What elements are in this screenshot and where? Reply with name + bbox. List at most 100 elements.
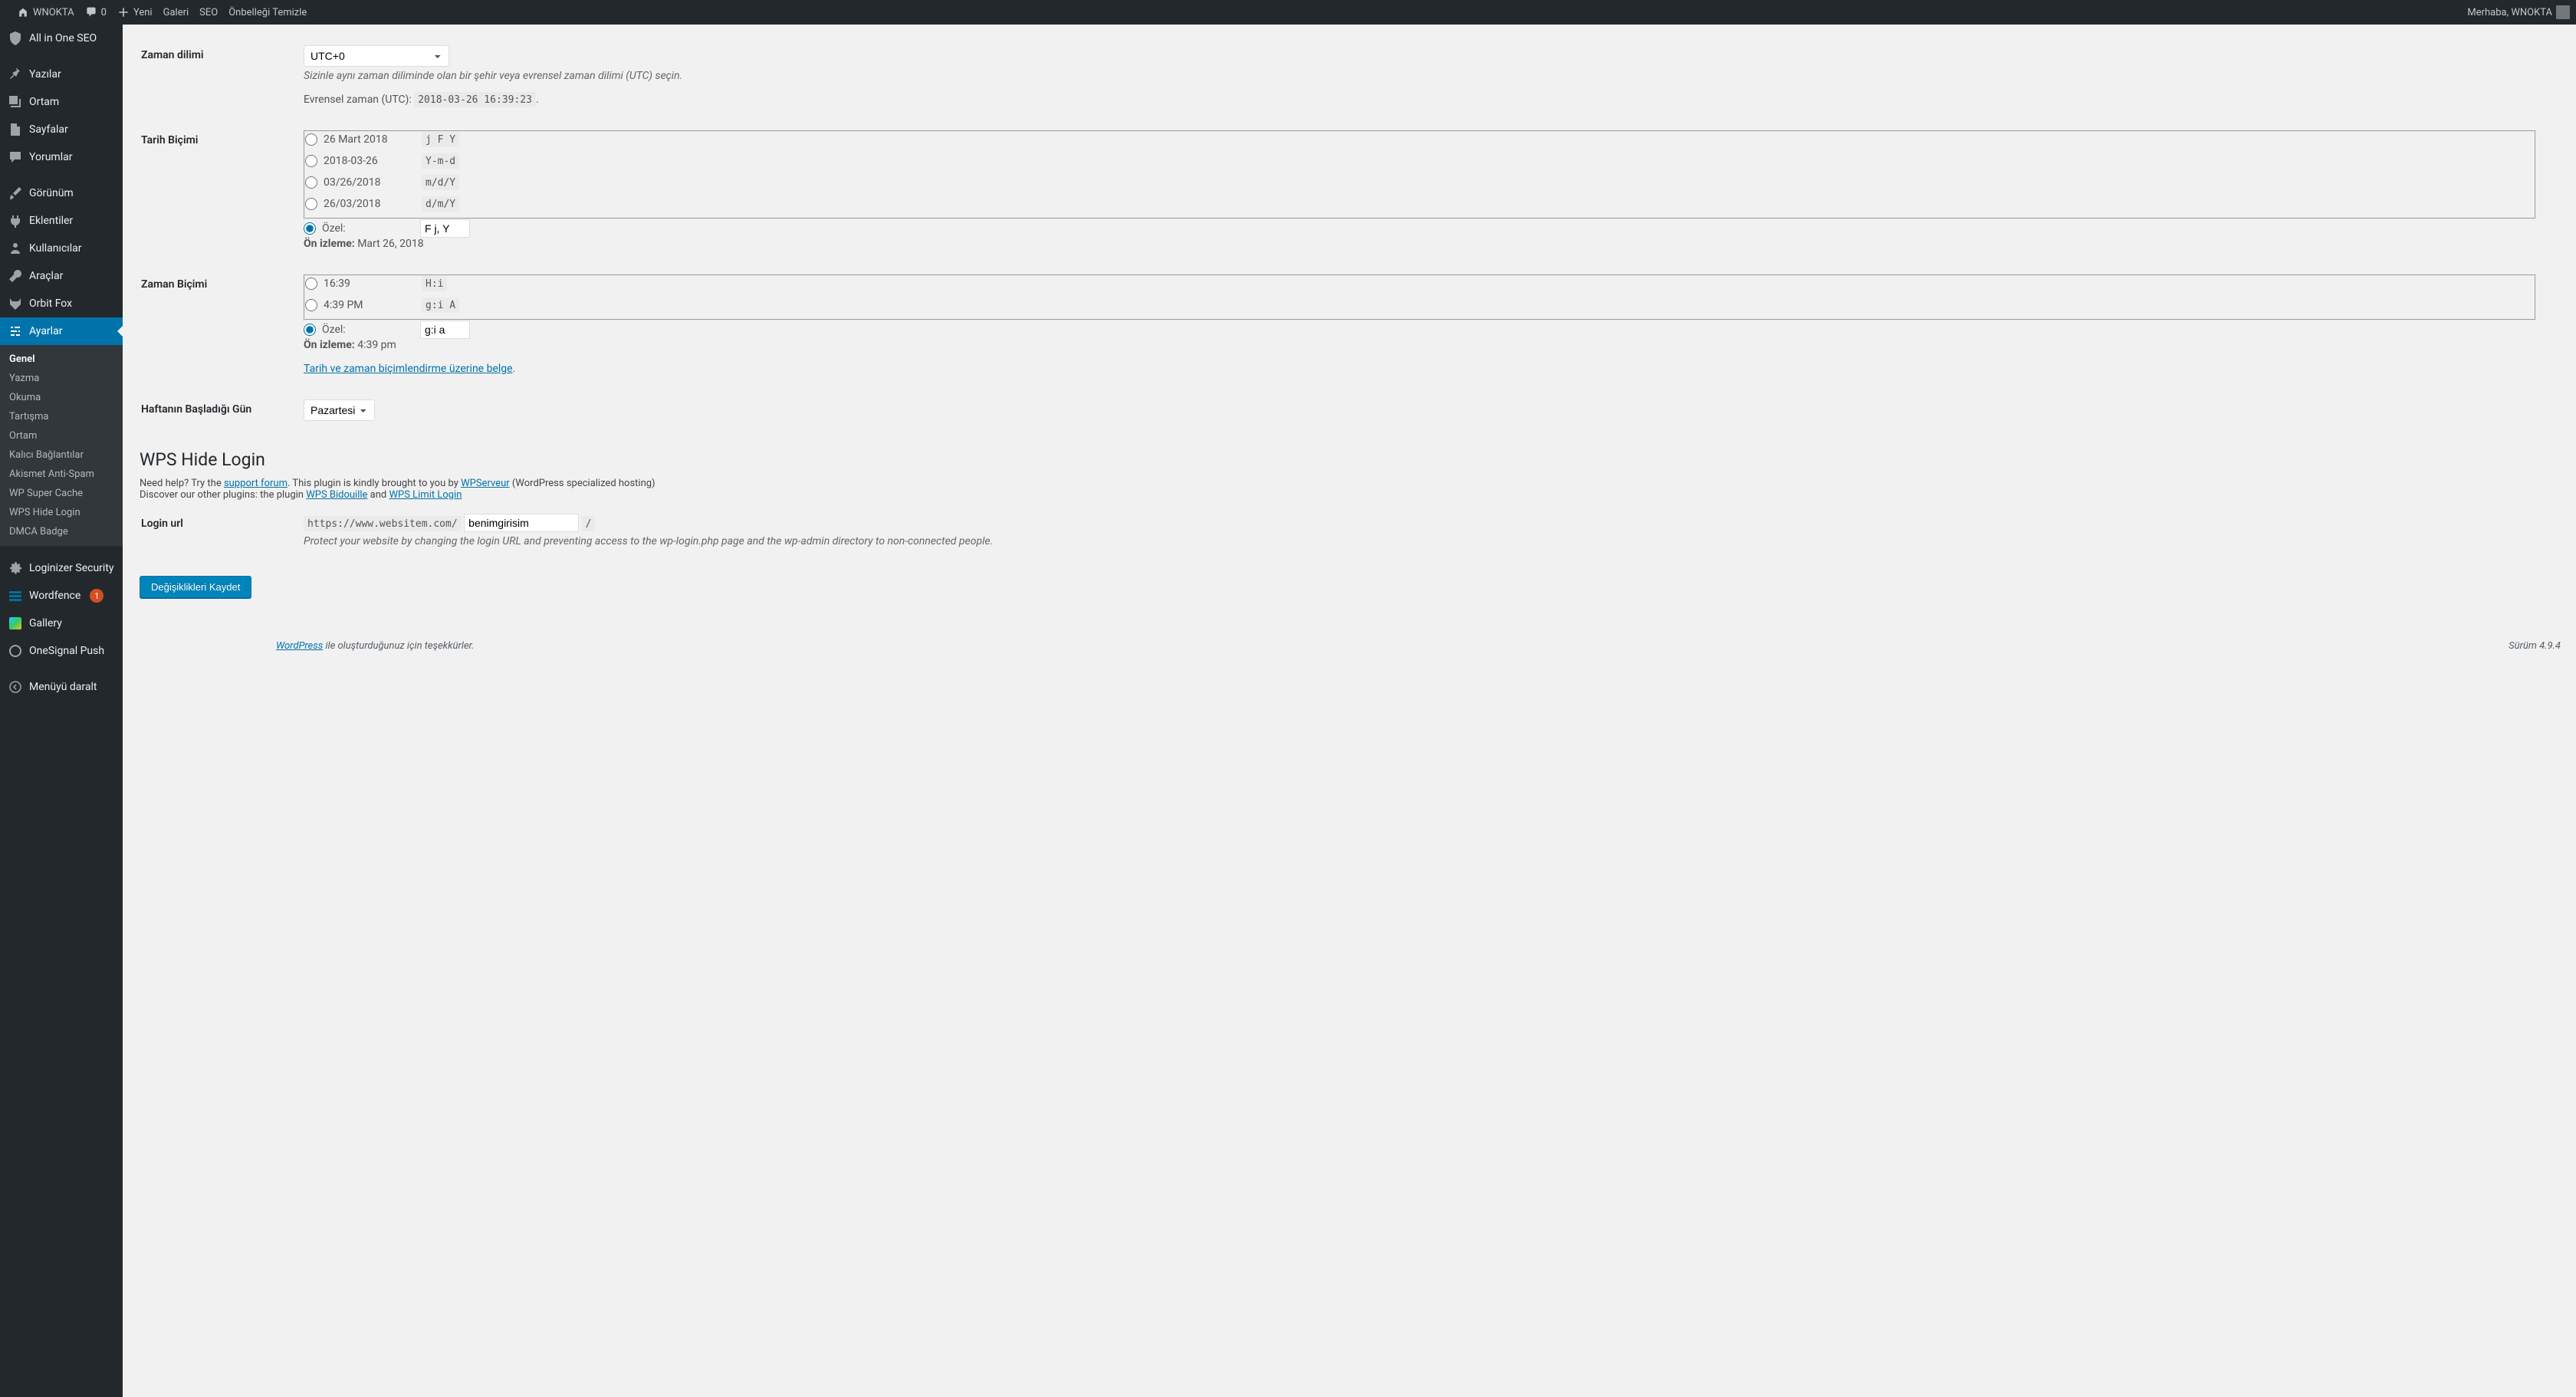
menu-users[interactable]: Kullanıcılar — [0, 235, 123, 262]
wps-title: WPS Hide Login — [140, 449, 2545, 470]
submenu-akismet[interactable]: Akismet Anti-Spam — [0, 465, 123, 484]
seo-link[interactable]: SEO — [199, 7, 218, 18]
comments-link[interactable]: 0 — [85, 6, 107, 18]
wps-discover: Discover our other plugins: the plugin W… — [140, 489, 2545, 501]
date-format-text: 26 Mart 2018 — [324, 133, 416, 146]
shield-icon — [8, 31, 23, 46]
date-format-text: 26/03/2018 — [324, 198, 416, 210]
submenu-dmca[interactable]: DMCA Badge — [0, 522, 123, 541]
utc-time: Evrensel zaman (UTC): 2018-03-26 16:39:2… — [304, 94, 2536, 106]
settings-submenu: Genel Yazma Okuma Tartışma Ortam Kalıcı … — [0, 345, 123, 546]
menu-tools[interactable]: Araçlar — [0, 262, 123, 290]
date-format-label: Tarih Biçimi — [141, 119, 294, 261]
time-preview: Ön izleme: 4:39 pm — [304, 339, 2536, 351]
admin-toolbar: WNOKTA 0 Yeni Galeri SEO Önbelleği Temiz… — [0, 0, 2576, 25]
wpserveur-link[interactable]: WPServeur — [461, 478, 510, 489]
collapse-icon — [8, 679, 23, 695]
timezone-desc: Sizinle aynı zaman diliminde olan bir şe… — [304, 70, 2536, 82]
time-custom-input[interactable] — [420, 320, 470, 339]
time-format-text: 4:39 PM — [324, 299, 416, 311]
menu-onesignal[interactable]: OneSignal Push — [0, 637, 123, 665]
new-content[interactable]: Yeni — [117, 6, 153, 18]
pin-icon — [8, 67, 23, 82]
timezone-select[interactable]: UTC+0 — [304, 45, 449, 67]
menu-plugins[interactable]: Eklentiler — [0, 207, 123, 235]
date-custom-radio[interactable] — [304, 222, 316, 235]
update-badge: 1 — [90, 589, 104, 603]
time-custom-radio[interactable] — [304, 324, 316, 336]
time-format-text: 16:39 — [324, 278, 416, 290]
submenu-reading[interactable]: Okuma — [0, 388, 123, 407]
login-url-suffix: / — [582, 516, 596, 531]
media-icon — [8, 94, 23, 110]
user-icon — [8, 241, 23, 256]
menu-appearance[interactable]: Görünüm — [0, 179, 123, 207]
login-url-input[interactable] — [464, 514, 579, 532]
date-format-text: 03/26/2018 — [324, 176, 416, 189]
date-format-code: d/m/Y — [422, 196, 459, 212]
weekstart-select[interactable]: Pazartesi — [304, 399, 375, 421]
plug-icon — [8, 213, 23, 228]
date-format-code: m/d/Y — [422, 175, 459, 190]
page-icon — [8, 122, 23, 137]
fox-icon — [8, 296, 23, 311]
submenu-wpsc[interactable]: WP Super Cache — [0, 484, 123, 503]
menu-wordfence[interactable]: Wordfence1 — [0, 582, 123, 610]
date-format-radio[interactable] — [305, 176, 317, 189]
save-button[interactable]: Değişiklikleri Kaydet — [140, 576, 251, 598]
date-preview: Ön izleme: Mart 26, 2018 — [304, 238, 2536, 250]
format-doc-link[interactable]: Tarih ve zaman biçimlendirme üzerine bel… — [304, 363, 513, 375]
time-format-code: g:i A — [422, 297, 459, 313]
wps-limit-link[interactable]: WPS Limit Login — [389, 489, 462, 501]
wrench-icon — [8, 268, 23, 284]
date-custom-input[interactable] — [420, 219, 470, 238]
cache-clear[interactable]: Önbelleği Temizle — [228, 7, 307, 18]
site-link[interactable]: WNOKTA — [17, 6, 74, 18]
bell-icon — [8, 643, 23, 659]
menu-comments[interactable]: Yorumlar — [0, 143, 123, 171]
date-format-radio[interactable] — [305, 198, 317, 210]
menu-collapse[interactable]: Menüyü daralt — [0, 673, 123, 701]
submenu-discussion[interactable]: Tartışma — [0, 407, 123, 426]
timezone-label: Zaman dilimi — [141, 34, 294, 117]
submenu-media[interactable]: Ortam — [0, 426, 123, 445]
gear-icon — [8, 560, 23, 576]
submenu-writing[interactable]: Yazma — [0, 369, 123, 388]
date-format-radio[interactable] — [305, 133, 317, 146]
login-url-desc: Protect your website by changing the log… — [304, 535, 2536, 547]
login-url-label: Login url — [141, 502, 294, 559]
gallery-icon — [8, 616, 23, 631]
menu-loginizer[interactable]: Loginizer Security — [0, 554, 123, 582]
menu-aioseo[interactable]: All in One SEO — [0, 25, 123, 52]
menu-settings[interactable]: Ayarlar — [0, 317, 123, 345]
time-format-code: H:i — [422, 276, 447, 291]
admin-sidebar: All in One SEO Yazılar Ortam Sayfalar Yo… — [0, 25, 123, 1397]
menu-pages[interactable]: Sayfalar — [0, 116, 123, 143]
date-format-radio[interactable] — [305, 155, 317, 167]
support-forum-link[interactable]: support forum — [224, 478, 288, 489]
date-format-code: j F Y — [422, 132, 459, 147]
submenu-permalinks[interactable]: Kalıcı Bağlantılar — [0, 445, 123, 465]
date-format-text: 2018-03-26 — [324, 155, 416, 167]
wps-bidouille-link[interactable]: WPS Bidouille — [306, 489, 367, 501]
my-account[interactable]: Merhaba, WNOKTA — [2467, 5, 2570, 19]
gallery-link[interactable]: Galeri — [163, 7, 189, 18]
wordfence-icon — [8, 588, 23, 603]
menu-orbitfox[interactable]: Orbit Fox — [0, 290, 123, 317]
footer-left: WordPress ile oluşturduğunuz için teşekk… — [276, 640, 474, 652]
weekstart-label: Haftanın Başladığı Gün — [141, 388, 294, 432]
menu-media[interactable]: Ortam — [0, 88, 123, 116]
time-format-radio[interactable] — [305, 299, 317, 311]
login-url-prefix: https://www.websitem.com/ — [304, 516, 462, 531]
submenu-general[interactable]: Genel — [0, 350, 123, 369]
wps-help: Need help? Try the support forum. This p… — [140, 478, 2545, 489]
menu-posts[interactable]: Yazılar — [0, 61, 123, 88]
wordpress-link[interactable]: WordPress — [276, 640, 323, 652]
brush-icon — [8, 186, 23, 201]
time-format-radio[interactable] — [305, 278, 317, 290]
menu-gallery[interactable]: Gallery — [0, 610, 123, 637]
comment-icon — [8, 150, 23, 165]
avatar-icon — [2556, 5, 2570, 19]
submenu-wps[interactable]: WPS Hide Login — [0, 503, 123, 522]
footer-version: Sürüm 4.9.4 — [2509, 640, 2561, 652]
